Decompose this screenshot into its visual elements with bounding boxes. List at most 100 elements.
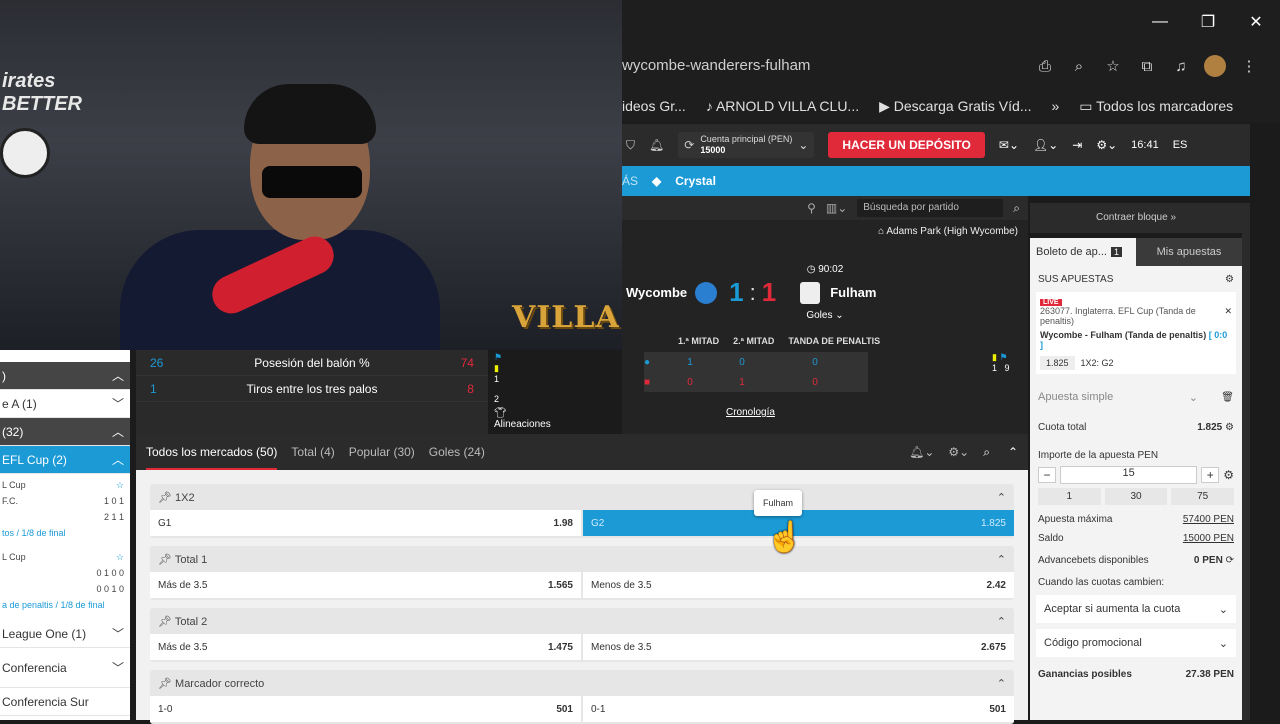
wycombe-crest-icon <box>695 281 718 304</box>
nav-crystal[interactable]: Crystal <box>675 174 716 188</box>
decrement-button[interactable]: − <box>1038 467 1056 483</box>
shield-icon[interactable]: ⛉ <box>626 138 635 153</box>
site-nav: ÁS ◆ Crystal <box>622 166 1250 196</box>
home-cards: ⚑ ▮ 1 2 <box>494 352 503 404</box>
restore-icon[interactable]: ❐ <box>1184 12 1232 32</box>
odd-cell[interactable]: Menos de 3.5 2.675 <box>583 634 1014 660</box>
odd-cell[interactable]: Más de 3.5 1.565 <box>150 572 581 598</box>
star-icon[interactable]: ☆ <box>1102 57 1124 75</box>
wall-poster-text: irates BETTER <box>2 70 82 115</box>
promo-code-field[interactable]: Código promocional ⌄ <box>1036 629 1236 657</box>
chart-icon[interactable]: ▥⌄ <box>826 201 847 215</box>
minimize-icon[interactable]: — <box>1136 13 1184 31</box>
bell-icon[interactable]: 🔔︎⌄ <box>909 445 934 459</box>
logout-icon[interactable]: ⇥ <box>1072 138 1082 152</box>
account-selector[interactable]: ⟳ Cuenta principal (PEN) 15000 ⌄ <box>678 132 815 158</box>
gear-icon[interactable]: ⚙ <box>1225 274 1234 285</box>
pin-icon[interactable]: ⚲ <box>807 201 816 215</box>
menu-icon[interactable]: ⋮ <box>1238 57 1260 75</box>
tab-all[interactable]: Todos los mercados (50) <box>146 434 278 470</box>
webcam-overlay: irates BETTER VILLA <box>0 0 622 350</box>
collapse-icon[interactable]: ⌃ <box>1008 445 1018 459</box>
tab-my-bets[interactable]: Mis apuestas <box>1136 246 1242 258</box>
sidebar-row[interactable]: Conferencia ﹀ <box>0 648 130 688</box>
favorite-star-icon[interactable]: ☆ <box>116 552 124 566</box>
gear-icon[interactable]: ⚙⌄ <box>948 445 969 459</box>
odd-cell[interactable]: 0-1 501 <box>583 696 1014 722</box>
mail-icon[interactable]: ✉⌄ <box>999 138 1019 152</box>
stats-strip: 26 Posesión del balón % 74 1 Tiros entre lo… <box>136 350 551 441</box>
bookmark-item[interactable]: ideos Gr... <box>622 98 686 114</box>
time-display: 16:41 <box>1131 139 1159 151</box>
market-group: 📌︎ Total 2 ⌃ Más de 3.5 1.475 Menos de 3.5… <box>150 608 1014 662</box>
home-score: 1 <box>729 277 744 307</box>
bookmarks-bar: ideos Gr... ♪ ARNOLD VILLA CLU... ▶ Desc… <box>622 89 1280 123</box>
match-search-input[interactable]: Búsqueda por partido <box>857 199 1004 217</box>
match-link[interactable]: a de penaltis / 1/8 de final <box>0 598 130 614</box>
profile-avatar[interactable] <box>1204 55 1226 77</box>
trash-icon[interactable]: 🗑︎ <box>1221 392 1234 403</box>
odd-cell[interactable]: G1 1.98 <box>150 510 581 536</box>
odd-cell[interactable]: Más de 3.5 1.475 <box>150 634 581 660</box>
bookmarks-folder[interactable]: ▭ Todos los marcadores <box>1079 98 1233 115</box>
extensions-icon[interactable]: ⧉ <box>1136 58 1158 75</box>
zoom-icon[interactable]: ⌕ <box>1068 58 1090 75</box>
tab-goals[interactable]: Goles (24) <box>429 434 485 470</box>
goals-dropdown[interactable]: Goles ⌄ <box>622 310 1028 321</box>
language-select[interactable]: ES <box>1173 139 1188 151</box>
close-icon[interactable]: ✕ <box>1232 12 1280 32</box>
sidebar-row[interactable]: ) ︿ <box>0 362 130 390</box>
collapse-block-button[interactable]: Contraer bloque » <box>1030 203 1242 233</box>
gear-icon[interactable]: ⚙⌄ <box>1096 138 1117 152</box>
market-group: 📌︎ Total 1 ⌃ Más de 3.5 1.565 Menos de 3.5… <box>150 546 1014 600</box>
pin-icon: 📌︎ <box>158 615 175 628</box>
fulham-crest-icon <box>800 281 821 304</box>
bookmarks-overflow-icon[interactable]: » <box>1051 98 1059 114</box>
match-link[interactable]: tos / 1/8 de final <box>0 526 130 542</box>
bookmark-item[interactable]: ♪ ARNOLD VILLA CLU... <box>706 98 859 114</box>
sidebar-row[interactable]: League One (1) ﹀ <box>0 620 130 648</box>
tab-total[interactable]: Total (4) <box>291 434 334 470</box>
quick-amount-button[interactable]: 30 <box>1104 488 1168 505</box>
bell-icon[interactable]: 🔔︎ <box>649 138 664 152</box>
quick-amount-button[interactable]: 75 <box>1171 488 1235 505</box>
sidebar-row[interactable]: (32) ︿ <box>0 418 130 446</box>
install-icon[interactable]: ⎙ <box>1034 58 1056 75</box>
tooltip: Fulham <box>754 490 802 516</box>
bet-card: LIVE 263077. Inglaterra. EFL Cup (Tanda … <box>1036 292 1236 374</box>
chevron-down-icon: ﹀ <box>111 397 124 411</box>
search-icon[interactable]: ⌕ <box>1013 201 1020 216</box>
gear-icon[interactable]: ⚙ <box>1223 468 1234 482</box>
amount-input[interactable]: 15 <box>1060 466 1198 484</box>
sidebar-row-efl[interactable]: EFL Cup (2) ︿ <box>0 446 130 474</box>
timeline-link[interactable]: Cronología <box>726 407 775 418</box>
address-bar[interactable]: wycombe-wanderers-fulham <box>622 49 972 83</box>
bet-type-select[interactable]: Apuesta simple ⌄ <box>1038 391 1198 404</box>
chevron-up-icon: ︿ <box>111 369 124 383</box>
deposit-button[interactable]: HACER UN DEPÓSITO <box>828 132 985 158</box>
quick-amount-button[interactable]: 1 <box>1038 488 1101 505</box>
tab-betslip[interactable]: Boleto de ap... 1 <box>1030 238 1136 266</box>
odds-change-select[interactable]: Aceptar si aumenta la cuota ⌄ <box>1036 595 1236 623</box>
away-score: 1 <box>761 277 777 307</box>
betslip-tabs: Boleto de ap... 1 Mis apuestas <box>1030 238 1242 266</box>
search-icon[interactable]: ⌕ <box>983 445 990 460</box>
increment-button[interactable]: + <box>1201 467 1220 483</box>
betslip: SUS APUESTAS ⚙ LIVE 263077. Inglaterra. E… <box>1030 266 1242 720</box>
odd-cell[interactable]: 1-0 501 <box>150 696 581 722</box>
sidebar-row[interactable]: e A (1) ﹀ <box>0 390 130 418</box>
odd-cell[interactable]: Menos de 3.5 2.42 <box>583 572 1014 598</box>
scrollbar[interactable] <box>1242 203 1250 720</box>
sunglasses <box>262 166 362 198</box>
user-icon[interactable]: 👤︎⌄ <box>1033 138 1058 152</box>
remove-bet-icon[interactable]: ✕ <box>1224 306 1232 317</box>
pin-icon: 📌︎ <box>158 491 176 504</box>
favorite-star-icon[interactable]: ☆ <box>116 480 124 494</box>
sidebar-row[interactable]: Conferencia Sur <box>0 688 130 716</box>
pin-icon: 📌︎ <box>158 677 176 690</box>
period-headers: 1.ª MITAD 2.ª MITAD TANDA DE PENALTIS <box>678 336 881 346</box>
tab-popular[interactable]: Popular (30) <box>349 434 415 470</box>
media-icon[interactable]: ♫ <box>1170 58 1192 75</box>
bookmark-item[interactable]: ▶ Descarga Gratis Víd... <box>879 98 1031 115</box>
nav-more[interactable]: ÁS <box>622 174 638 188</box>
